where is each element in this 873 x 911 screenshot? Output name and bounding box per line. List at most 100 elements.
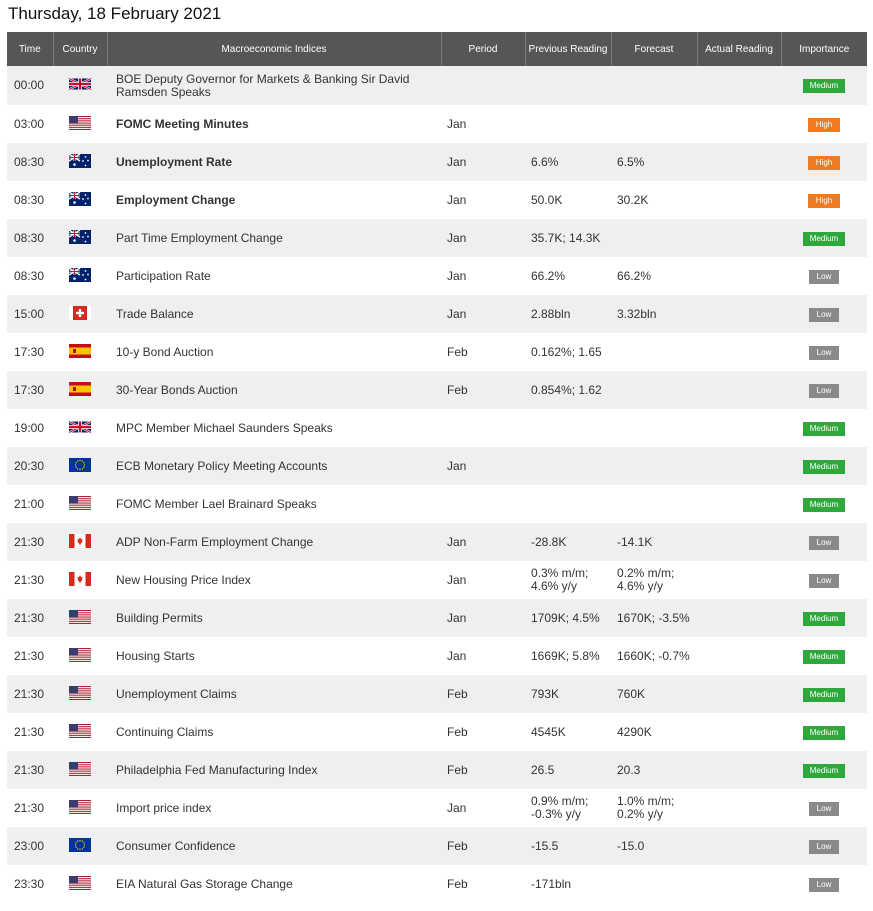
row-forecast: [611, 865, 697, 903]
row-period: Jan: [441, 561, 525, 599]
header-previous: Previous Reading: [525, 32, 612, 66]
row-previous: 0.3% m/m; 4.6% y/y: [525, 561, 611, 599]
row-actual: [697, 599, 781, 637]
row-actual: [697, 333, 781, 371]
row-actual: [697, 675, 781, 713]
row-time: 17:30: [7, 371, 53, 409]
importance-badge: Low: [809, 801, 839, 816]
row-period: Feb: [441, 865, 525, 903]
row-indicator: Part Time Employment Change: [107, 219, 441, 257]
table-row: 23:30 EIA Natural Gas Storage Change Feb -1…: [7, 865, 867, 903]
row-previous: 793K: [525, 675, 611, 713]
row-forecast: 20.3: [611, 751, 697, 789]
row-country: [53, 827, 107, 865]
row-importance: Medium: [781, 66, 867, 105]
economic-calendar-table: Time Country Macroeconomic Indices Perio…: [7, 32, 867, 903]
row-time: 20:30: [7, 447, 53, 485]
row-time: 19:00: [7, 409, 53, 447]
row-country: [53, 485, 107, 523]
row-forecast: [611, 105, 697, 143]
row-period: Feb: [441, 713, 525, 751]
row-actual: [697, 789, 781, 827]
row-actual: [697, 409, 781, 447]
row-indicator: Participation Rate: [107, 257, 441, 295]
row-actual: [697, 561, 781, 599]
importance-badge: High: [808, 117, 840, 132]
australia-flag-icon: [68, 152, 91, 171]
row-importance: Low: [781, 789, 867, 827]
table-row: 17:30 10-y Bond Auction Feb 0.162%; 1.65 Low: [7, 333, 867, 371]
row-actual: [697, 219, 781, 257]
row-time: 21:00: [7, 485, 53, 523]
row-forecast: 4290K: [611, 713, 697, 751]
row-period: Jan: [441, 523, 525, 561]
row-country: [53, 143, 107, 181]
spain-flag-icon: [69, 381, 91, 399]
row-forecast: 1660K; -0.7%: [611, 637, 697, 675]
row-period: Jan: [441, 789, 525, 827]
row-period: [441, 485, 525, 523]
row-time: 21:30: [7, 713, 53, 751]
table-header-row: Time Country Macroeconomic Indices Perio…: [7, 32, 867, 66]
table-row: 03:00 FOMC Meeting Minutes Jan High: [7, 105, 867, 143]
canada-flag-icon: [69, 571, 91, 589]
row-importance: Medium: [781, 751, 867, 789]
row-country: [53, 257, 107, 295]
row-indicator: MPC Member Michael Saunders Speaks: [107, 409, 441, 447]
row-forecast: 3.32bln: [611, 295, 697, 333]
row-previous: [525, 66, 611, 105]
importance-badge: Medium: [803, 231, 845, 246]
row-importance: Low: [781, 333, 867, 371]
eu-flag-icon: [69, 457, 91, 475]
row-previous: 0.9% m/m; -0.3% y/y: [525, 789, 611, 827]
row-period: Jan: [441, 219, 525, 257]
row-importance: Low: [781, 561, 867, 599]
row-time: 08:30: [7, 143, 53, 181]
row-importance: Medium: [781, 219, 867, 257]
importance-badge: Medium: [803, 763, 845, 778]
row-country: [53, 66, 107, 105]
row-forecast: 30.2K: [611, 181, 697, 219]
table-row: 21:30 ADP Non-Farm Employment Change Jan -2…: [7, 523, 867, 561]
row-previous: 2.88bln: [525, 295, 611, 333]
row-time: 21:30: [7, 789, 53, 827]
row-indicator: Import price index: [107, 789, 441, 827]
row-forecast: 66.2%: [611, 257, 697, 295]
row-time: 00:00: [7, 66, 53, 105]
importance-badge: Low: [809, 573, 839, 588]
row-importance: Low: [781, 523, 867, 561]
row-country: [53, 865, 107, 903]
row-period: Jan: [441, 295, 525, 333]
row-time: 08:30: [7, 257, 53, 295]
row-country: [53, 523, 107, 561]
row-country: [53, 561, 107, 599]
row-country: [53, 599, 107, 637]
row-period: Feb: [441, 371, 525, 409]
row-previous: [525, 105, 611, 143]
importance-badge: Low: [809, 345, 839, 360]
row-previous: -28.8K: [525, 523, 611, 561]
row-time: 08:30: [7, 181, 53, 219]
row-indicator: 30-Year Bonds Auction: [107, 371, 441, 409]
row-actual: [697, 713, 781, 751]
row-period: Jan: [441, 105, 525, 143]
importance-badge: Low: [809, 383, 839, 398]
row-importance: Low: [781, 865, 867, 903]
row-actual: [697, 637, 781, 675]
row-period: Jan: [441, 257, 525, 295]
row-actual: [697, 371, 781, 409]
canada-flag-icon: [69, 533, 91, 551]
row-previous: 1709K; 4.5%: [525, 599, 611, 637]
table-row: 08:30 Participation Rate Jan 66.2% 66.2% Low: [7, 257, 867, 295]
row-forecast: 6.5%: [611, 143, 697, 181]
row-country: [53, 333, 107, 371]
row-previous: 50.0K: [525, 181, 611, 219]
row-forecast: -14.1K: [611, 523, 697, 561]
row-previous: 35.7K; 14.3K: [525, 219, 611, 257]
row-importance: High: [781, 143, 867, 181]
row-indicator: Continuing Claims: [107, 713, 441, 751]
row-importance: Medium: [781, 713, 867, 751]
row-country: [53, 295, 107, 333]
importance-badge: Medium: [803, 459, 845, 474]
us-flag-icon: [69, 115, 91, 133]
